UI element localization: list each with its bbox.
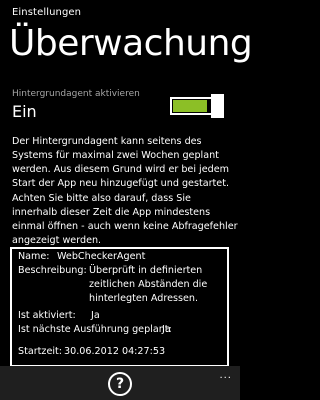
info-row-name: Name: WebCheckerAgent <box>12 250 227 264</box>
app-title: Einstellungen <box>12 7 82 18</box>
name-value: WebCheckerAgent <box>57 251 146 262</box>
toggle-fill <box>173 100 207 112</box>
info-row-start-time: Startzeit: 30.06.2012 04:27:53 <box>12 345 227 359</box>
info-paragraph-schedule: Der Hintergrundagent kann seitens des Sy… <box>12 136 230 189</box>
question-mark-icon: ? <box>115 376 125 392</box>
toggle-label: Hintergrundagent aktivieren <box>12 89 140 99</box>
description-value: Überprüft in definierten zeitlichen Abst… <box>89 265 208 304</box>
start-time-label: Startzeit: <box>18 346 63 357</box>
app-bar: ? ... <box>0 366 240 400</box>
activated-value: Ja <box>91 310 100 321</box>
start-time-value: 30.06.2012 04:27:53 <box>64 346 166 357</box>
info-row-activated: Ist aktiviert: Ja <box>12 309 227 323</box>
next-run-value: Ja <box>162 324 171 335</box>
activated-label: Ist aktiviert: <box>18 310 76 321</box>
background-agent-toggle[interactable] <box>170 94 226 118</box>
toggle-state-text: Ein <box>12 102 37 121</box>
toggle-thumb[interactable] <box>211 94 224 118</box>
page-title: Überwachung <box>9 23 253 64</box>
next-run-label: Ist nächste Ausführung geplant: <box>18 324 172 335</box>
info-paragraph-reminder: Achten Sie bitte also darauf, dass Sie i… <box>12 193 238 246</box>
info-row-next-run: Ist nächste Ausführung geplant: Ja <box>12 323 227 337</box>
help-button[interactable]: ? <box>108 372 132 396</box>
agent-info-box: Name: WebCheckerAgent Beschreibung: Über… <box>10 247 229 367</box>
more-options-icon[interactable]: ... <box>219 370 232 381</box>
description-label: Beschreibung: <box>18 265 87 276</box>
info-row-description: Beschreibung: Überprüft in definierten z… <box>12 264 227 308</box>
name-label: Name: <box>18 251 50 262</box>
